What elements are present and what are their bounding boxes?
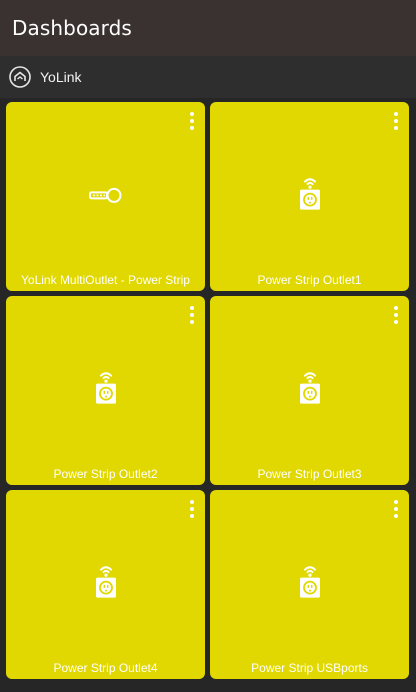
hub-name: YoLink — [40, 69, 82, 85]
device-tile-outlet4[interactable]: Power Strip Outlet4 — [6, 490, 205, 679]
more-vert-icon[interactable] — [392, 306, 400, 324]
device-tile-outlet2[interactable]: Power Strip Outlet2 — [6, 296, 205, 485]
device-grid: YoLink MultiOutlet - Power Strip Power S… — [6, 102, 409, 679]
device-label: Power Strip Outlet4 — [53, 661, 158, 675]
device-label: YoLink MultiOutlet - Power Strip — [21, 273, 190, 287]
more-vert-icon[interactable] — [392, 112, 400, 130]
device-tile-outlet1[interactable]: Power Strip Outlet1 — [210, 102, 409, 291]
device-label: Power Strip Outlet1 — [257, 273, 362, 287]
device-label: Power Strip USBports — [251, 661, 368, 675]
smart-outlet-icon — [298, 564, 322, 598]
smart-outlet-icon — [298, 370, 322, 404]
home-icon — [9, 66, 31, 88]
page-title: Dashboards — [12, 16, 132, 40]
more-vert-icon[interactable] — [188, 112, 196, 130]
more-vert-icon[interactable] — [188, 306, 196, 324]
smart-outlet-icon — [94, 370, 118, 404]
more-vert-icon[interactable] — [392, 500, 400, 518]
app-bar: Dashboards — [0, 0, 416, 56]
device-tile-multioutlet[interactable]: YoLink MultiOutlet - Power Strip — [6, 102, 205, 291]
smart-outlet-icon — [94, 564, 118, 598]
device-label: Power Strip Outlet2 — [53, 467, 158, 481]
hub-header[interactable]: YoLink — [0, 56, 416, 98]
smart-outlet-icon — [298, 176, 322, 210]
key-icon — [88, 187, 123, 203]
device-tile-outlet3[interactable]: Power Strip Outlet3 — [210, 296, 409, 485]
device-label: Power Strip Outlet3 — [257, 467, 362, 481]
device-tile-usbports[interactable]: Power Strip USBports — [210, 490, 409, 679]
more-vert-icon[interactable] — [188, 500, 196, 518]
